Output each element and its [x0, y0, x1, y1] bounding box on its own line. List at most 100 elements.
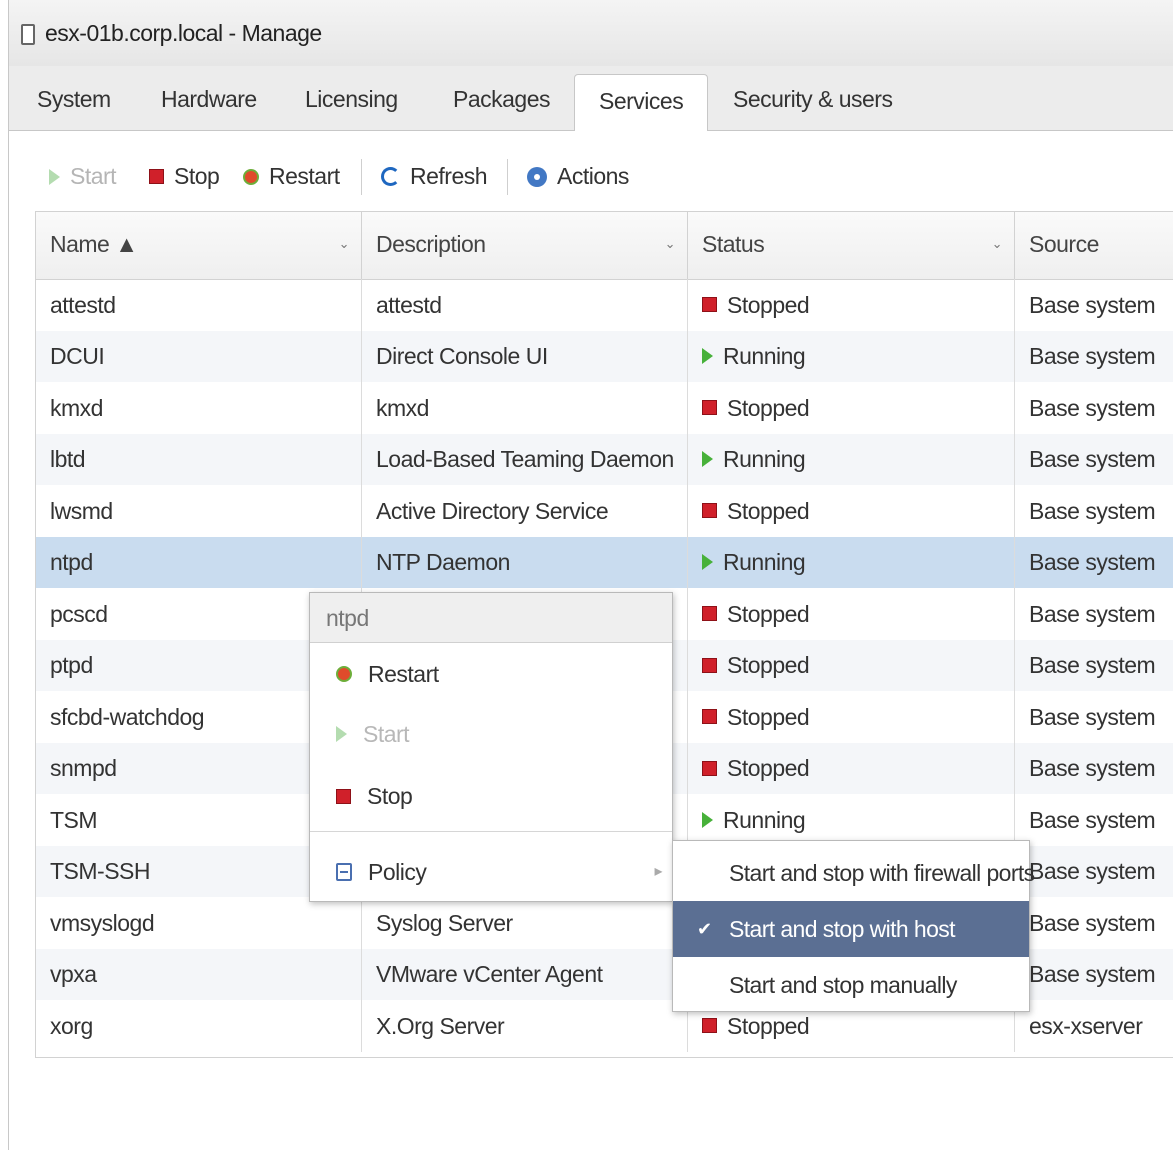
cell-source: Base system [1015, 279, 1173, 331]
policy-firewall-ports[interactable]: Start and stop with firewall ports [673, 845, 1035, 901]
policy-with-host[interactable]: ✔ Start and stop with host [673, 901, 1029, 957]
table-row[interactable]: lwsmd Active Directory Service Stopped Base… [36, 485, 1173, 537]
stopped-icon [702, 297, 717, 313]
restart-icon [243, 168, 259, 185]
toolbar-divider [507, 159, 508, 195]
chevron-down-icon[interactable]: ⌄ [339, 212, 350, 276]
cell-text: Base system [1029, 806, 1156, 833]
policy-manually[interactable]: Start and stop manually [673, 957, 1029, 1013]
cell-text: xorg [50, 1012, 93, 1039]
cell-text: Running [723, 806, 806, 833]
menu-divider [310, 831, 672, 832]
actions-button[interactable]: Actions [527, 163, 629, 190]
window-title: esx-01b.corp.local - Manage [45, 20, 322, 46]
tab-packages[interactable]: Packages [453, 86, 551, 113]
cell-description: NTP Daemon [362, 536, 688, 588]
cell-text: Base system [1029, 446, 1156, 473]
chevron-right-icon: ▸ [654, 863, 662, 880]
stopped-icon [702, 606, 717, 622]
cell-source: esx-xserver [1015, 1000, 1173, 1052]
table-row[interactable]: kmxd kmxd Stopped Base system [36, 382, 1173, 434]
tab-security-users[interactable]: Security & users [733, 86, 893, 113]
cell-text: Base system [1029, 909, 1156, 936]
chevron-down-icon[interactable]: ⌄ [665, 212, 676, 276]
cell-text: Base system [1029, 858, 1156, 885]
cell-text: Base system [1029, 652, 1156, 679]
table-row[interactable]: DCUI Direct Console UI Running Base system [36, 330, 1173, 382]
menu-item-start[interactable]: Start [310, 705, 672, 763]
cell-description: Syslog Server [362, 897, 688, 949]
start-button[interactable]: Start [49, 163, 117, 190]
tab-hardware[interactable]: Hardware [161, 86, 257, 113]
column-header-status[interactable]: Status ⌄ [688, 212, 1015, 279]
cell-text: Base system [1029, 755, 1156, 782]
column-header-label: Status [702, 231, 765, 257]
cell-name: lwsmd [36, 485, 362, 537]
cell-text: kmxd [50, 394, 103, 421]
menu-item-label: Stop [367, 783, 413, 809]
menu-item-label: Start [363, 721, 410, 747]
refresh-button[interactable]: Refresh [381, 163, 488, 190]
cell-text: Base system [1029, 291, 1156, 318]
column-header-label: Name ▲ [50, 231, 138, 257]
policy-submenu: Start and stop with firewall ports ✔ Sta… [672, 840, 1035, 1013]
cell-text: Load-Based Teaming Daemon [376, 446, 674, 473]
play-icon [336, 726, 347, 742]
services-toolbar: Start Stop Restart Refresh Actions [9, 131, 1173, 211]
cell-name: attestd [36, 279, 362, 331]
running-icon [702, 348, 713, 365]
cell-status: Stopped [688, 485, 1015, 537]
submenu-item-label: Start and stop with host [729, 916, 956, 942]
column-header-description[interactable]: Description ⌄ [362, 212, 688, 279]
chevron-down-icon[interactable]: ⌄ [992, 212, 1003, 276]
cell-status: Stopped [688, 588, 1015, 640]
stopped-icon [702, 503, 717, 519]
refresh-icon [381, 167, 400, 186]
stop-button-label: Stop [174, 163, 220, 189]
column-header-label: Description [376, 231, 486, 257]
cell-name: vpxa [36, 948, 362, 1000]
cell-text: Direct Console UI [376, 343, 548, 370]
cell-text: Stopped [727, 703, 810, 730]
tab-system[interactable]: System [37, 86, 111, 113]
cell-text: Base system [1029, 343, 1156, 370]
menu-item-label: Policy [368, 859, 427, 885]
column-header-source[interactable]: Source [1015, 212, 1173, 279]
table-row[interactable]: attestd attestd Stopped Base system [36, 279, 1173, 331]
cell-status: Running [688, 330, 1015, 382]
menu-item-restart[interactable]: Restart [310, 645, 672, 703]
cell-text: pcscd [50, 600, 108, 627]
menu-item-policy[interactable]: Policy ▸ [310, 843, 672, 901]
cell-text: VMware vCenter Agent [376, 961, 603, 988]
cell-text: Base system [1029, 549, 1156, 576]
cell-name: xorg [36, 1000, 362, 1052]
cell-source: Base system [1015, 743, 1173, 795]
tab-licensing[interactable]: Licensing [305, 86, 398, 113]
cell-text: Base system [1029, 497, 1156, 524]
start-button-label: Start [70, 163, 117, 189]
cell-text: DCUI [50, 343, 105, 370]
menu-item-stop[interactable]: Stop [310, 767, 672, 825]
stopped-icon [702, 1018, 717, 1034]
cell-description: Load-Based Teaming Daemon [362, 433, 688, 485]
restart-button[interactable]: Restart [243, 163, 340, 190]
refresh-button-label: Refresh [410, 163, 488, 189]
cell-text: Base system [1029, 394, 1156, 421]
cell-source: Base system [1015, 949, 1173, 1001]
stop-button[interactable]: Stop [149, 163, 220, 190]
tab-services[interactable]: Services [574, 74, 709, 132]
column-header-name[interactable]: Name ▲ ⌄ [36, 212, 362, 279]
table-header: Name ▲ ⌄ Description ⌄ Status ⌄ Source [36, 212, 1173, 280]
table-row[interactable]: lbtd Load-Based Teaming Daemon Running Base… [36, 433, 1173, 485]
cell-source: Base system [1015, 485, 1173, 537]
table-row[interactable]: ntpd NTP Daemon Running Base system [36, 536, 1173, 588]
cell-text: Running [723, 343, 806, 370]
tab-bar: System Hardware Licensing Packages Servi… [9, 66, 1173, 132]
cell-status: Stopped [688, 742, 1015, 794]
cell-text: ptpd [50, 652, 93, 679]
stopped-icon [702, 709, 717, 725]
cell-text: Running [723, 549, 806, 576]
cell-text: Base system [1029, 961, 1156, 988]
cell-text: X.Org Server [376, 1012, 505, 1039]
cell-description: attestd [362, 279, 688, 331]
